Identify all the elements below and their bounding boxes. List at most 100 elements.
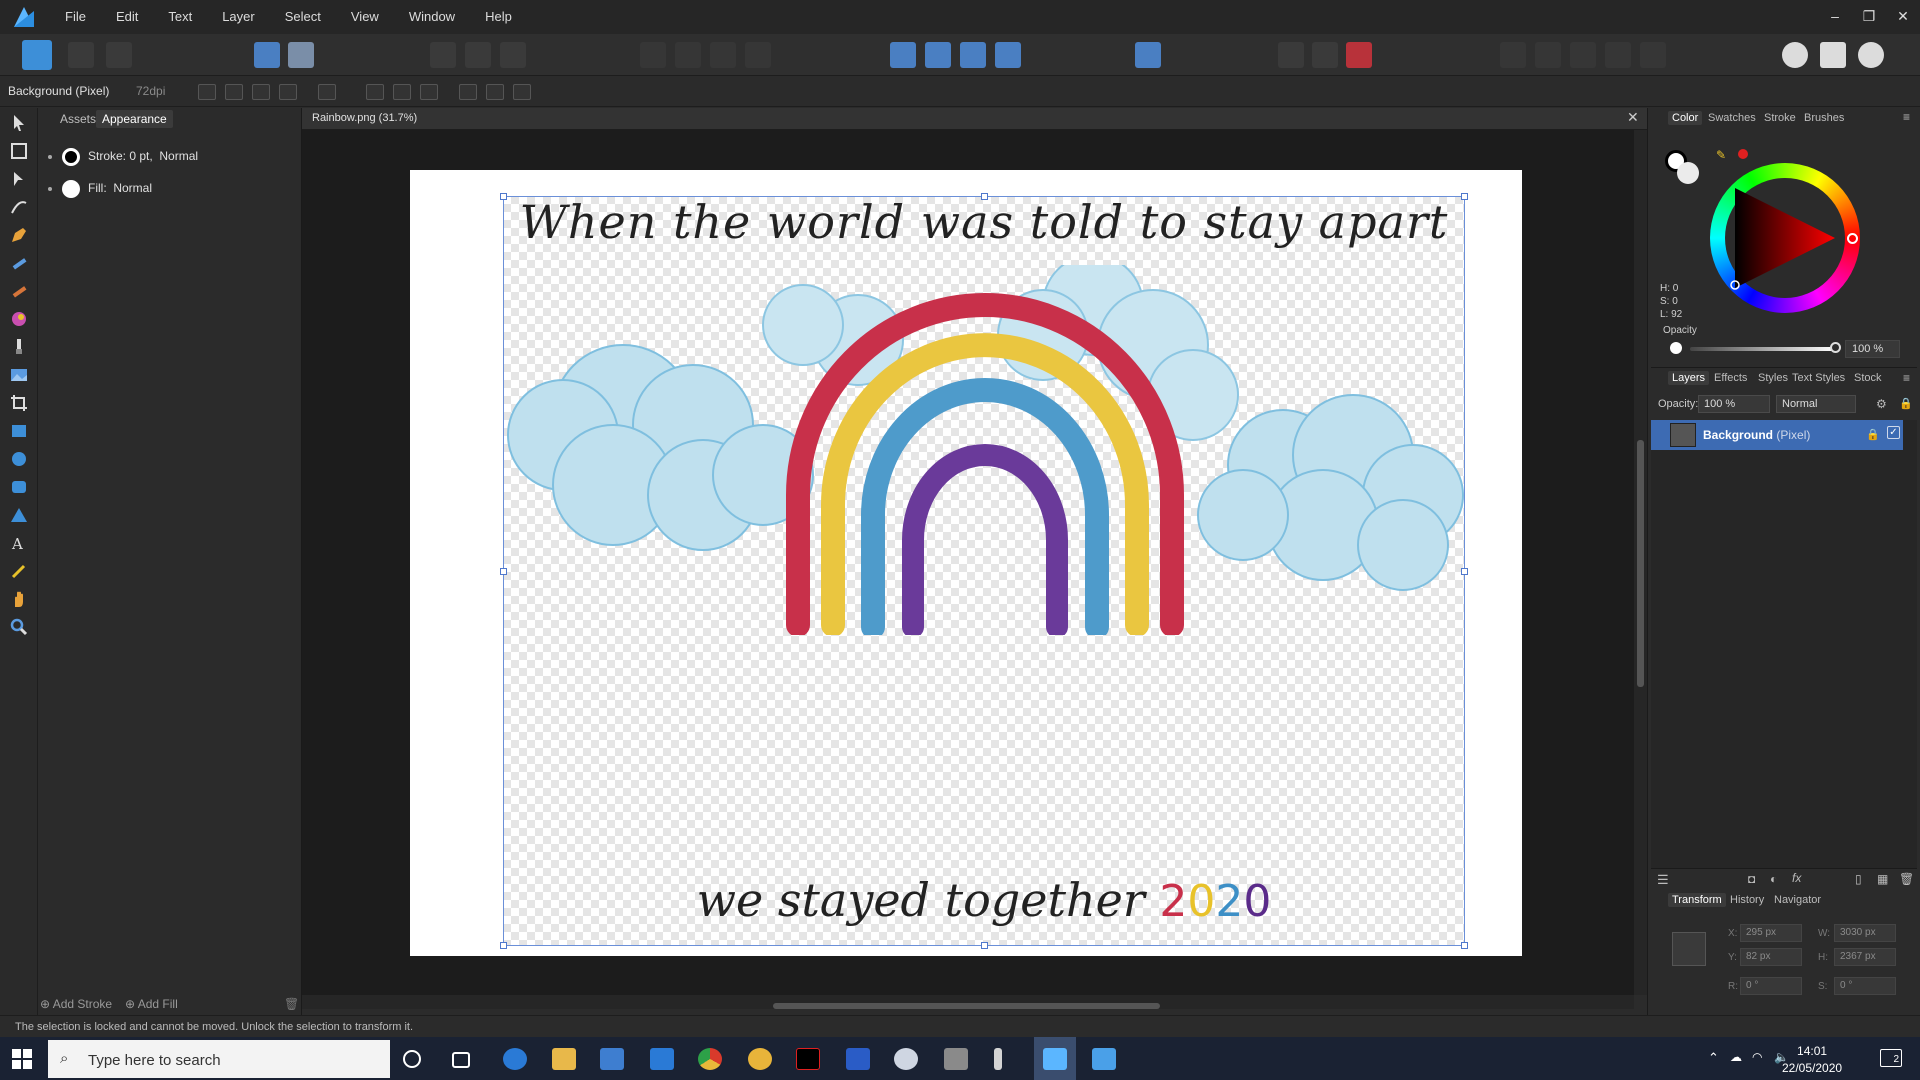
tab-transform[interactable]: Transform xyxy=(1668,893,1726,907)
layer-visibility-checkbox[interactable]: ✓ xyxy=(1887,426,1900,439)
lock-icon[interactable]: 🔒 xyxy=(1899,397,1913,410)
document-tab[interactable]: Rainbow.png (31.7%) xyxy=(312,112,417,124)
menu-view[interactable]: View xyxy=(336,0,394,34)
handle-top-right[interactable] xyxy=(1461,193,1468,200)
x-field[interactable]: 295 px xyxy=(1740,924,1802,942)
photo-persona-icon[interactable] xyxy=(22,40,52,70)
adjustment-icon[interactable]: ◐ xyxy=(1770,872,1777,886)
add-fill-button[interactable]: ⊕ Add Fill xyxy=(125,997,178,1011)
affinity-photo-logo-icon[interactable] xyxy=(12,5,36,29)
snapping-icon[interactable] xyxy=(288,42,314,68)
menu-file[interactable]: File xyxy=(50,0,101,34)
deselect-icon[interactable] xyxy=(465,42,491,68)
anchor-selector[interactable] xyxy=(1672,932,1706,966)
minimize-button[interactable]: – xyxy=(1818,0,1852,34)
move-tool-icon[interactable] xyxy=(9,113,29,133)
flip-vertical-icon[interactable] xyxy=(925,42,951,68)
h-field[interactable]: 2367 px xyxy=(1834,948,1896,966)
mask-icon[interactable]: ◘ xyxy=(1748,872,1755,886)
rotate-left-icon[interactable] xyxy=(960,42,986,68)
wifi-icon[interactable]: ◠ xyxy=(1752,1050,1762,1064)
align-bottom-icon[interactable] xyxy=(513,84,531,100)
tab-assets[interactable]: Assets xyxy=(54,110,102,128)
handle-top[interactable] xyxy=(981,193,988,200)
eyedropper-icon[interactable]: ✎ xyxy=(1716,148,1726,162)
tab-text-styles[interactable]: Text Styles xyxy=(1792,372,1845,384)
invert-selection-icon[interactable] xyxy=(500,42,526,68)
onedrive-icon[interactable]: ☁ xyxy=(1730,1050,1742,1064)
windows-start-icon[interactable] xyxy=(10,1047,34,1071)
pen-app-icon[interactable] xyxy=(994,1048,1002,1070)
task-view-icon[interactable] xyxy=(452,1052,470,1068)
transform-origin-icon[interactable] xyxy=(198,84,216,100)
group-icon[interactable]: ▦ xyxy=(1877,872,1888,886)
tab-effects[interactable]: Effects xyxy=(1714,372,1747,384)
share-icon[interactable] xyxy=(106,42,132,68)
selection-bounding-box[interactable] xyxy=(500,193,1468,949)
color-picker-tool-icon[interactable] xyxy=(9,561,29,581)
triangle-tool-icon[interactable] xyxy=(9,505,29,525)
y-field[interactable]: 82 px xyxy=(1740,948,1802,966)
menu-edit[interactable]: Edit xyxy=(101,0,153,34)
panel-menu-icon[interactable]: ≡ xyxy=(1903,110,1910,124)
tool-option-2-icon[interactable] xyxy=(675,42,701,68)
app-icon-2[interactable] xyxy=(944,1048,968,1070)
tab-stroke[interactable]: Stroke xyxy=(1764,112,1796,124)
gear-icon[interactable]: ⚙ xyxy=(1876,397,1887,411)
opacity-slider[interactable] xyxy=(1690,347,1835,351)
artboard-tool-icon[interactable] xyxy=(9,141,29,161)
scale-icon[interactable] xyxy=(252,84,270,100)
search-placeholder[interactable]: Type here to search xyxy=(88,1052,221,1069)
assistant-icon[interactable] xyxy=(254,42,280,68)
opacity-value-field[interactable]: 100 % xyxy=(1845,340,1900,358)
selection-mode-icon[interactable] xyxy=(1820,42,1846,68)
rectangle-tool-icon[interactable] xyxy=(9,421,29,441)
tab-stock[interactable]: Stock xyxy=(1854,372,1882,384)
crop-tool-icon[interactable] xyxy=(9,393,29,413)
menu-help[interactable]: Help xyxy=(470,0,527,34)
boolean-4-icon[interactable] xyxy=(1605,42,1631,68)
flip-horizontal-icon[interactable] xyxy=(890,42,916,68)
align-left-icon[interactable] xyxy=(366,84,384,100)
curve-tool-icon[interactable] xyxy=(9,197,29,217)
app-icon-1[interactable] xyxy=(894,1048,918,1070)
blend-mode-select[interactable]: Normal xyxy=(1776,395,1856,413)
chrome-icon[interactable] xyxy=(698,1048,722,1070)
text-tool-icon[interactable]: A xyxy=(9,533,29,553)
handle-bottom-left[interactable] xyxy=(500,942,507,949)
opacity-slider-handle[interactable] xyxy=(1830,342,1841,353)
fill-tool-icon[interactable] xyxy=(9,309,29,329)
tab-styles[interactable]: Styles xyxy=(1758,372,1788,384)
close-document-icon[interactable]: ✕ xyxy=(1627,109,1639,126)
vertical-scroll-thumb[interactable] xyxy=(1637,440,1644,687)
align-icon[interactable] xyxy=(1135,42,1161,68)
rotation-field[interactable]: 0 ° xyxy=(1740,977,1802,995)
crop-icon[interactable] xyxy=(279,84,297,100)
hue-marker[interactable] xyxy=(1847,233,1858,244)
align-right-icon[interactable] xyxy=(420,84,438,100)
tab-history[interactable]: History xyxy=(1730,894,1764,906)
handle-bottom-right[interactable] xyxy=(1461,942,1468,949)
tab-color[interactable]: Color xyxy=(1668,111,1703,125)
fill-swatch[interactable] xyxy=(62,180,80,198)
layer-opacity-field[interactable]: 100 % xyxy=(1698,395,1770,413)
layer-thumbnail[interactable] xyxy=(1670,423,1696,447)
zoom-tool-icon[interactable] xyxy=(9,617,29,637)
add-stroke-button[interactable]: ⊕ Add Stroke xyxy=(40,997,112,1011)
handle-right[interactable] xyxy=(1461,568,1468,575)
transparency-tool-icon[interactable] xyxy=(9,337,29,357)
mail-icon[interactable] xyxy=(650,1048,674,1070)
color-triangle[interactable] xyxy=(1725,178,1845,298)
tab-navigator[interactable]: Navigator xyxy=(1774,894,1821,906)
tab-layers[interactable]: Layers xyxy=(1668,371,1710,385)
horizontal-scroll-thumb[interactable] xyxy=(773,1003,1160,1009)
boolean-3-icon[interactable] xyxy=(1570,42,1596,68)
view-icon[interactable] xyxy=(225,84,243,100)
rotate-right-icon[interactable] xyxy=(995,42,1021,68)
tab-appearance[interactable]: Appearance xyxy=(96,110,173,128)
trash-icon[interactable]: 🗑 xyxy=(284,997,299,1011)
rounded-rectangle-tool-icon[interactable] xyxy=(9,477,29,497)
stroke-swatch[interactable] xyxy=(62,148,80,166)
w-field[interactable]: 3030 px xyxy=(1834,924,1896,942)
tray-chevron-icon[interactable]: ⌃ xyxy=(1708,1050,1719,1066)
